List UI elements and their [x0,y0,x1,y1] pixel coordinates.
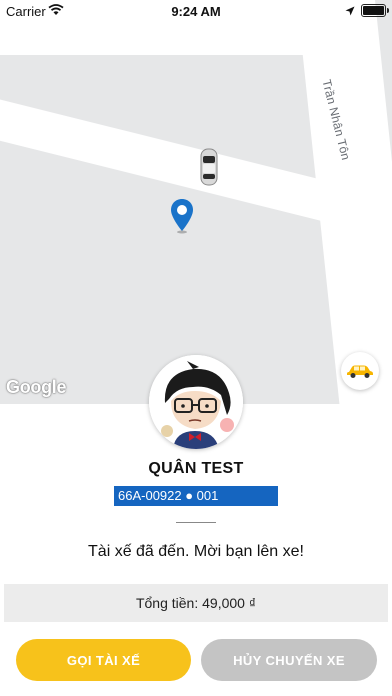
pickup-pin-icon [171,199,193,234]
call-driver-button[interactable]: GỌI TÀI XẾ [16,639,191,681]
battery-icon [361,4,389,17]
location-arrow-icon [345,6,355,15]
status-right-group [345,4,389,17]
battery-level [363,6,384,15]
license-plate-badge: 66A-00922 ● 001 [114,486,278,506]
trip-status-message: Tài xế đã đến. Mời bạn lên xe! [88,543,304,560]
total-fare-label: Tổng tiền: 49,000 ₫ [135,595,257,611]
driver-avatar-image [149,355,243,449]
google-logo: Google [6,377,67,397]
driver-car-marker [200,148,218,186]
driver-name: QUÂN TEST [148,460,244,477]
total-fare-box: Tổng tiền: 49,000 ₫ [4,584,388,622]
map-view[interactable]: Trần Nhân Tôn Google [0,0,392,404]
car-icon [347,365,373,378]
driver-avatar [149,355,243,449]
car-type-button[interactable] [341,352,379,390]
call-driver-label: GỌI TÀI XẾ [66,652,141,668]
status-time: 9:24 AM [171,4,221,19]
cancel-trip-button[interactable]: HỦY CHUYẾN XE [201,639,377,681]
status-bar: Carrier 9:24 AM [0,0,392,22]
cancel-trip-label: HỦY CHUYẾN XE [233,652,345,668]
divider [176,522,216,523]
